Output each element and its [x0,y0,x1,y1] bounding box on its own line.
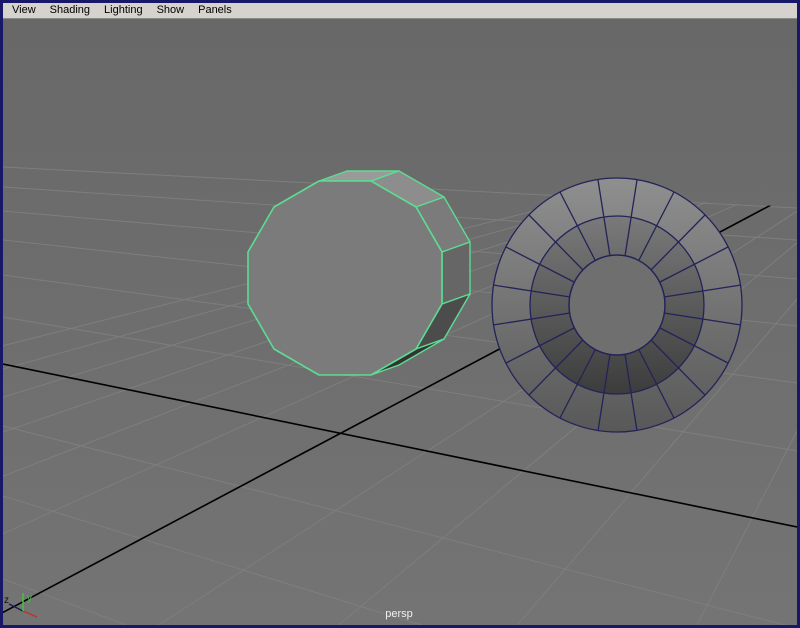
menu-lighting[interactable]: Lighting [97,3,150,18]
y-axis-label: y [27,593,32,604]
menu-shading[interactable]: Shading [43,3,97,18]
cylinder-cap-face [247,180,443,376]
viewport[interactable]: y z persp [3,19,797,625]
z-axis-label: z [4,595,9,606]
menu-show[interactable]: Show [150,3,192,18]
camera-label: persp [385,608,413,620]
menu-view[interactable]: View [5,3,43,18]
menu-panels[interactable]: Panels [191,3,239,18]
panel-menubar: View Shading Lighting Show Panels [3,3,797,19]
panel-frame: View Shading Lighting Show Panels y z pe… [0,0,800,628]
torus-object[interactable] [491,177,743,433]
